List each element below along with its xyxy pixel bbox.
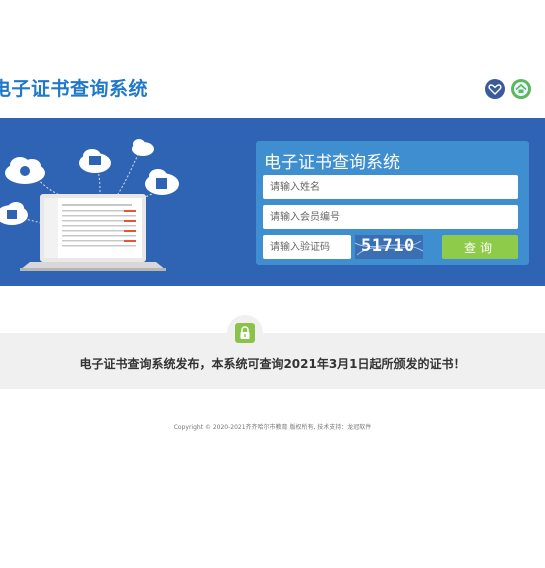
login-panel: 电子证书查询系统 51710 查询 [256,141,529,265]
favorite-button[interactable] [485,79,505,99]
laptop-cloud-illustration [0,139,179,271]
member-number-input[interactable] [263,205,518,229]
captcha-image[interactable]: 51710 [355,235,423,259]
captcha-text: 51710 [361,236,415,256]
notice-text: 电子证书查询系统发布，本系统可查询2021年3月1日起所颁发的证书！ [79,357,466,371]
header: 电子证书查询系统 [0,0,545,118]
footer-copyright: Copyright © 2020-2021齐齐哈尔市教育 版权所有, 技术支持：… [173,424,372,431]
lock-icon [235,323,255,343]
query-button[interactable]: 查询 [442,235,518,259]
name-input[interactable] [263,175,518,199]
home-icon [514,82,528,96]
heart-icon [488,84,502,95]
banner: 电子证书查询系统 51710 查询 [0,118,545,286]
login-title: 电子证书查询系统 [264,153,400,173]
notice-badge [227,315,263,351]
captcha-input[interactable] [263,235,351,259]
home-button[interactable] [511,79,531,99]
site-title: 电子证书查询系统 [0,78,149,100]
